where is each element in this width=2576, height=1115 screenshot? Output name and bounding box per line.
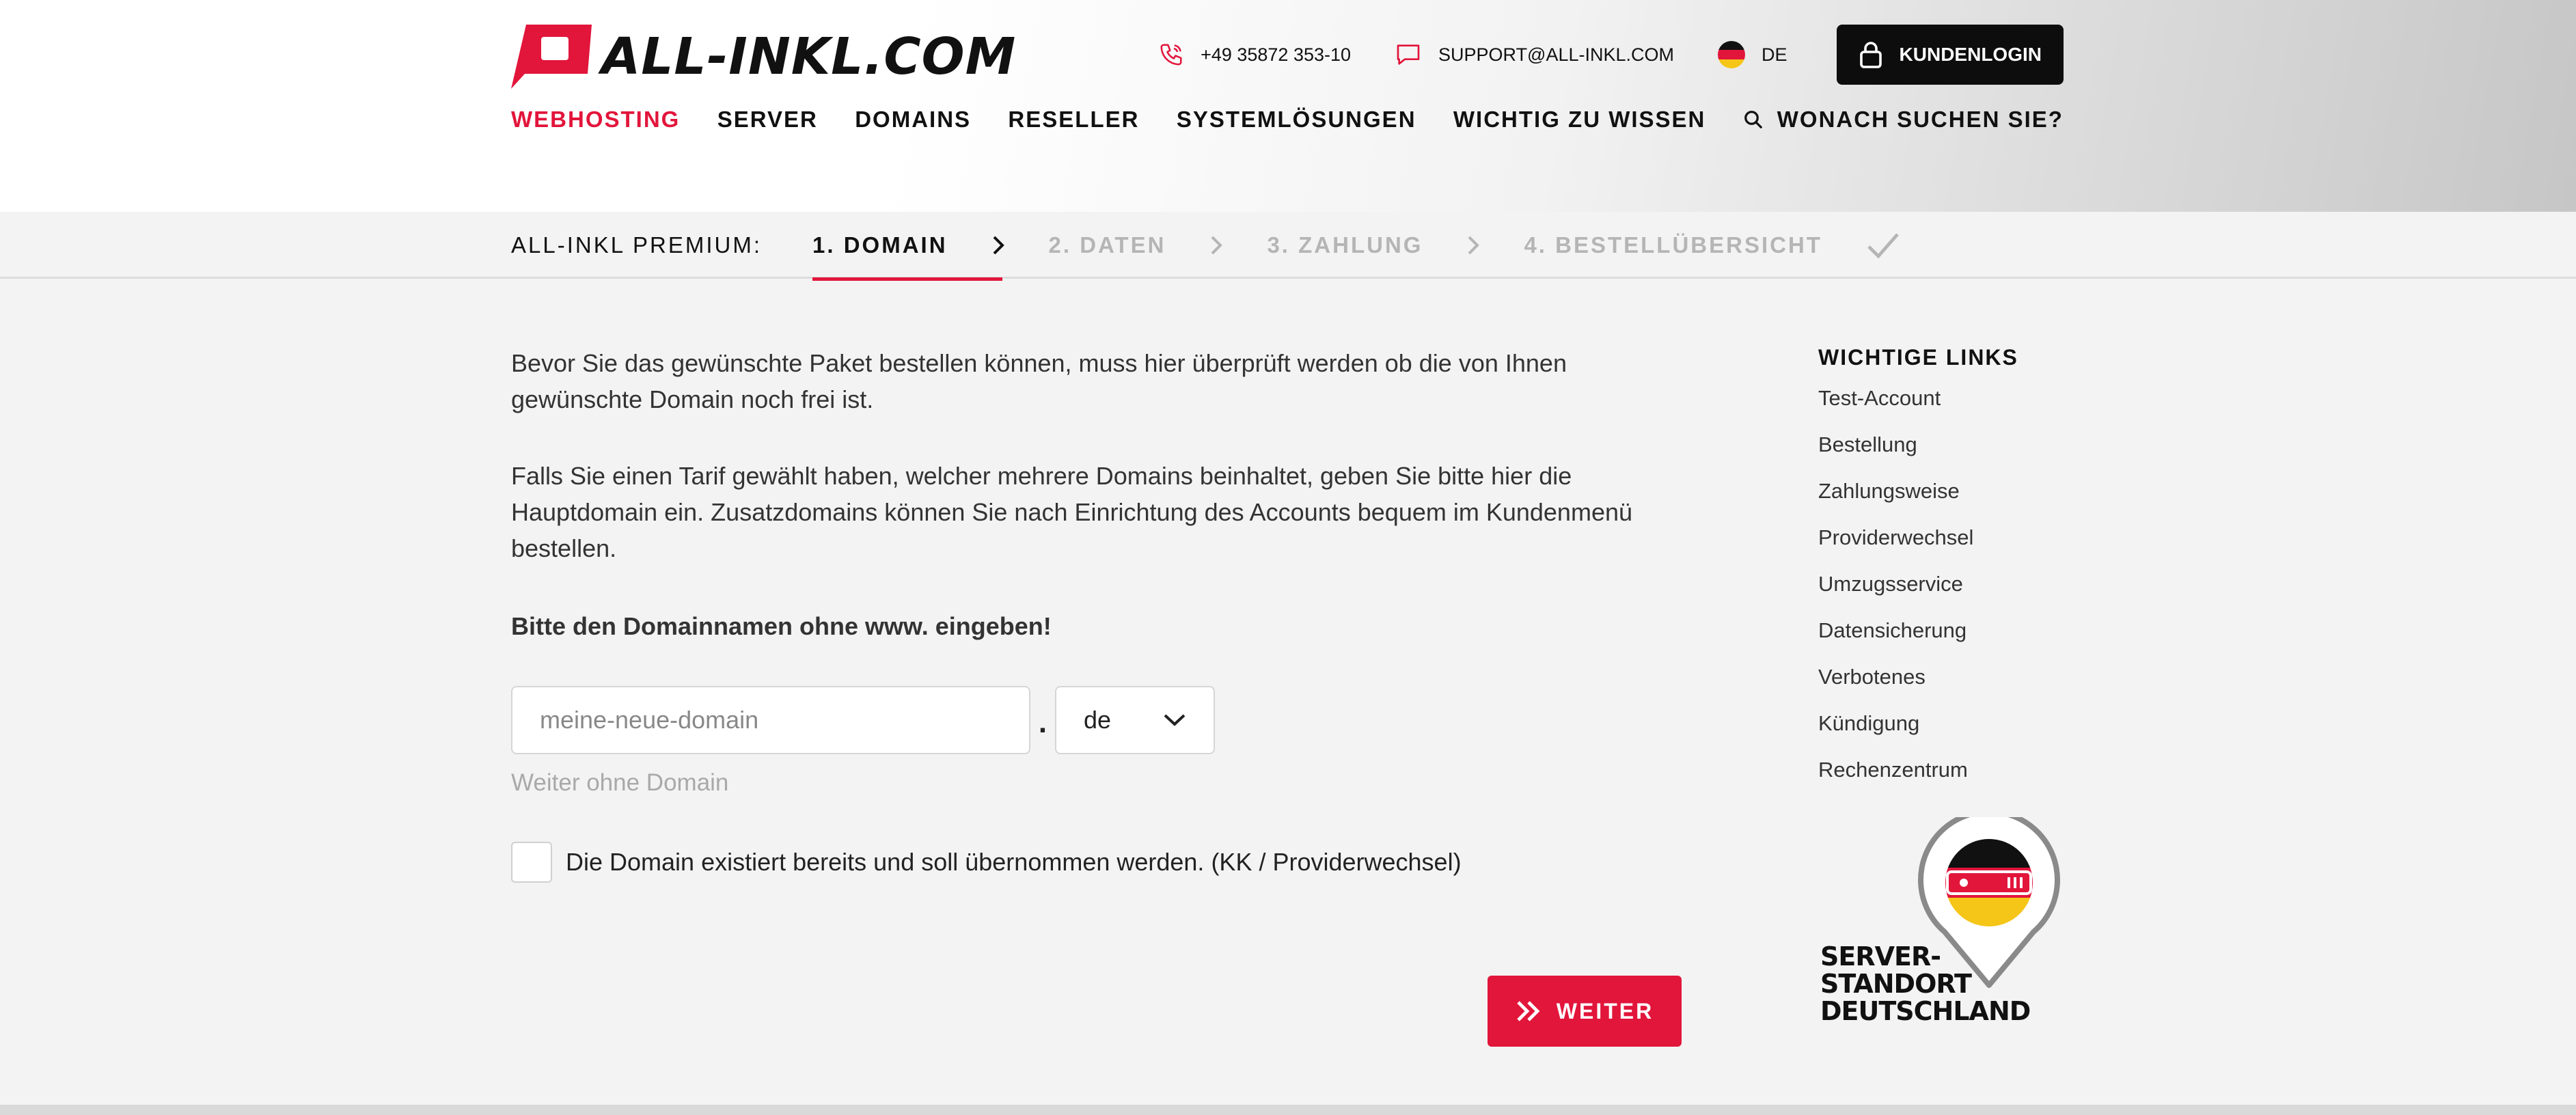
- sidebar-link-datensicherung[interactable]: Datensicherung: [1818, 617, 2092, 663]
- badge-line-3: DEUTSCHLAND: [1820, 996, 2031, 1026]
- domain-entry-row: . de: [511, 686, 1215, 754]
- sidebar-link-test-account[interactable]: Test-Account: [1818, 385, 2092, 431]
- customer-login-button[interactable]: KUNDENLOGIN: [1836, 25, 2064, 85]
- domain-check-section: Bevor Sie das gewünschte Paket bestellen…: [511, 345, 1673, 641]
- tld-select[interactable]: de: [1055, 686, 1215, 754]
- steps-label: ALL-INKL PREMIUM:: [511, 232, 763, 258]
- logo-text: ALL-INKL.COM: [601, 27, 1017, 86]
- nav-search-label: WONACH SUCHEN SIE?: [1777, 107, 2064, 132]
- chevron-right-icon: [1209, 234, 1223, 256]
- nav-search[interactable]: WONACH SUCHEN SIE?: [1743, 107, 2064, 133]
- continue-button[interactable]: WEITER: [1488, 976, 1682, 1047]
- sidebar-link-verbotenes[interactable]: Verbotenes: [1818, 663, 2092, 710]
- badge-text: SERVER- STANDORT DEUTSCHLAND: [1820, 941, 2031, 1026]
- site-header: ALL-INKL.COM +49 35872 353-10 SUPPORT@AL…: [0, 0, 2576, 212]
- server-location-badge: SERVER- STANDORT DEUTSCHLAND: [1818, 817, 2064, 1036]
- domain-hint: Bitte den Domainnamen ohne www. eingeben…: [511, 612, 1052, 640]
- german-flag-icon: [1718, 41, 1746, 68]
- lock-icon: [1859, 42, 1882, 68]
- nav-systemloesungen[interactable]: SYSTEMLÖSUNGEN: [1177, 107, 1416, 133]
- nav-webhosting[interactable]: WEBHOSTING: [511, 107, 680, 133]
- step-daten: 2. DATEN: [1048, 232, 1166, 258]
- sidebar-link-kuendigung[interactable]: Kündigung: [1818, 710, 2092, 756]
- language-code: DE: [1762, 44, 1787, 65]
- phone-icon: [1160, 44, 1182, 66]
- sidebar-link-zahlungsweise[interactable]: Zahlungsweise: [1818, 478, 2092, 524]
- phone-number: +49 35872 353-10: [1201, 44, 1352, 65]
- nav-server[interactable]: SERVER: [717, 107, 818, 133]
- language-switch[interactable]: DE: [1718, 41, 1787, 68]
- continue-button-label: WEITER: [1556, 998, 1654, 1023]
- brand-logo[interactable]: ALL-INKL.COM: [511, 25, 1016, 89]
- domain-dot: .: [1038, 706, 1047, 739]
- top-contact-bar: +49 35872 353-10 SUPPORT@ALL-INKL.COM DE…: [1114, 25, 2064, 85]
- transfer-option: Die Domain existiert bereits und soll üb…: [511, 842, 1462, 883]
- chevron-down-icon: [1164, 714, 1186, 726]
- intro-text: Bevor Sie das gewünschte Paket bestellen…: [511, 349, 1567, 413]
- transfer-checkbox[interactable]: [511, 842, 552, 883]
- continue-without-domain-link[interactable]: Weiter ohne Domain: [511, 769, 728, 797]
- nav-wichtig-zu-wissen[interactable]: WICHTIG ZU WISSEN: [1453, 107, 1705, 133]
- nav-domains[interactable]: DOMAINS: [855, 107, 971, 133]
- phone-link[interactable]: +49 35872 353-10: [1158, 42, 1351, 68]
- step-bestelluebersicht: 4. BESTELLÜBERSICHT: [1524, 232, 1822, 258]
- sidebar-link-bestellung[interactable]: Bestellung: [1818, 431, 2092, 478]
- tld-value: de: [1084, 706, 1112, 734]
- search-icon: [1744, 111, 1762, 128]
- info-text: Falls Sie einen Tarif gewählt haben, wel…: [511, 462, 1633, 562]
- sidebar-link-umzugsservice[interactable]: Umzugsservice: [1818, 570, 2092, 617]
- step-zahlung: 3. ZAHLUNG: [1267, 232, 1423, 258]
- chevron-right-icon: [1466, 234, 1480, 256]
- checkmark-icon: [1866, 232, 1900, 259]
- sidebar-title: WICHTIGE LINKS: [1818, 345, 2018, 370]
- double-chevron-right-icon: [1517, 1001, 1540, 1021]
- badge-line-1: SERVER-: [1820, 941, 1941, 972]
- chat-bubble-icon: [1397, 44, 1420, 65]
- order-steps-bar: ALL-INKL PREMIUM: 1. DOMAIN 2. DATEN 3. …: [0, 212, 2576, 281]
- transfer-checkbox-label[interactable]: Die Domain existiert bereits und soll üb…: [566, 848, 1462, 877]
- support-email-link[interactable]: SUPPORT@ALL-INKL.COM: [1395, 41, 1674, 68]
- badge-line-2: STANDORT: [1820, 969, 1972, 999]
- important-links-sidebar: WICHTIGE LINKS Test-Account Bestellung Z…: [1818, 345, 2092, 803]
- step-domain[interactable]: 1. DOMAIN: [812, 212, 1002, 281]
- sidebar-link-rechenzentrum[interactable]: Rechenzentrum: [1818, 756, 2092, 803]
- logo-mark-icon: [511, 25, 592, 89]
- support-email: SUPPORT@ALL-INKL.COM: [1438, 44, 1675, 65]
- bottom-divider: [0, 1105, 2576, 1115]
- sidebar-link-providerwechsel[interactable]: Providerwechsel: [1818, 524, 2092, 570]
- main-navigation: WEBHOSTING SERVER DOMAINS RESELLER SYSTE…: [511, 104, 2064, 135]
- customer-login-label: KUNDENLOGIN: [1899, 44, 2042, 65]
- domain-name-input[interactable]: [511, 686, 1030, 754]
- chevron-right-icon: [991, 234, 1005, 256]
- nav-reseller[interactable]: RESELLER: [1008, 107, 1139, 133]
